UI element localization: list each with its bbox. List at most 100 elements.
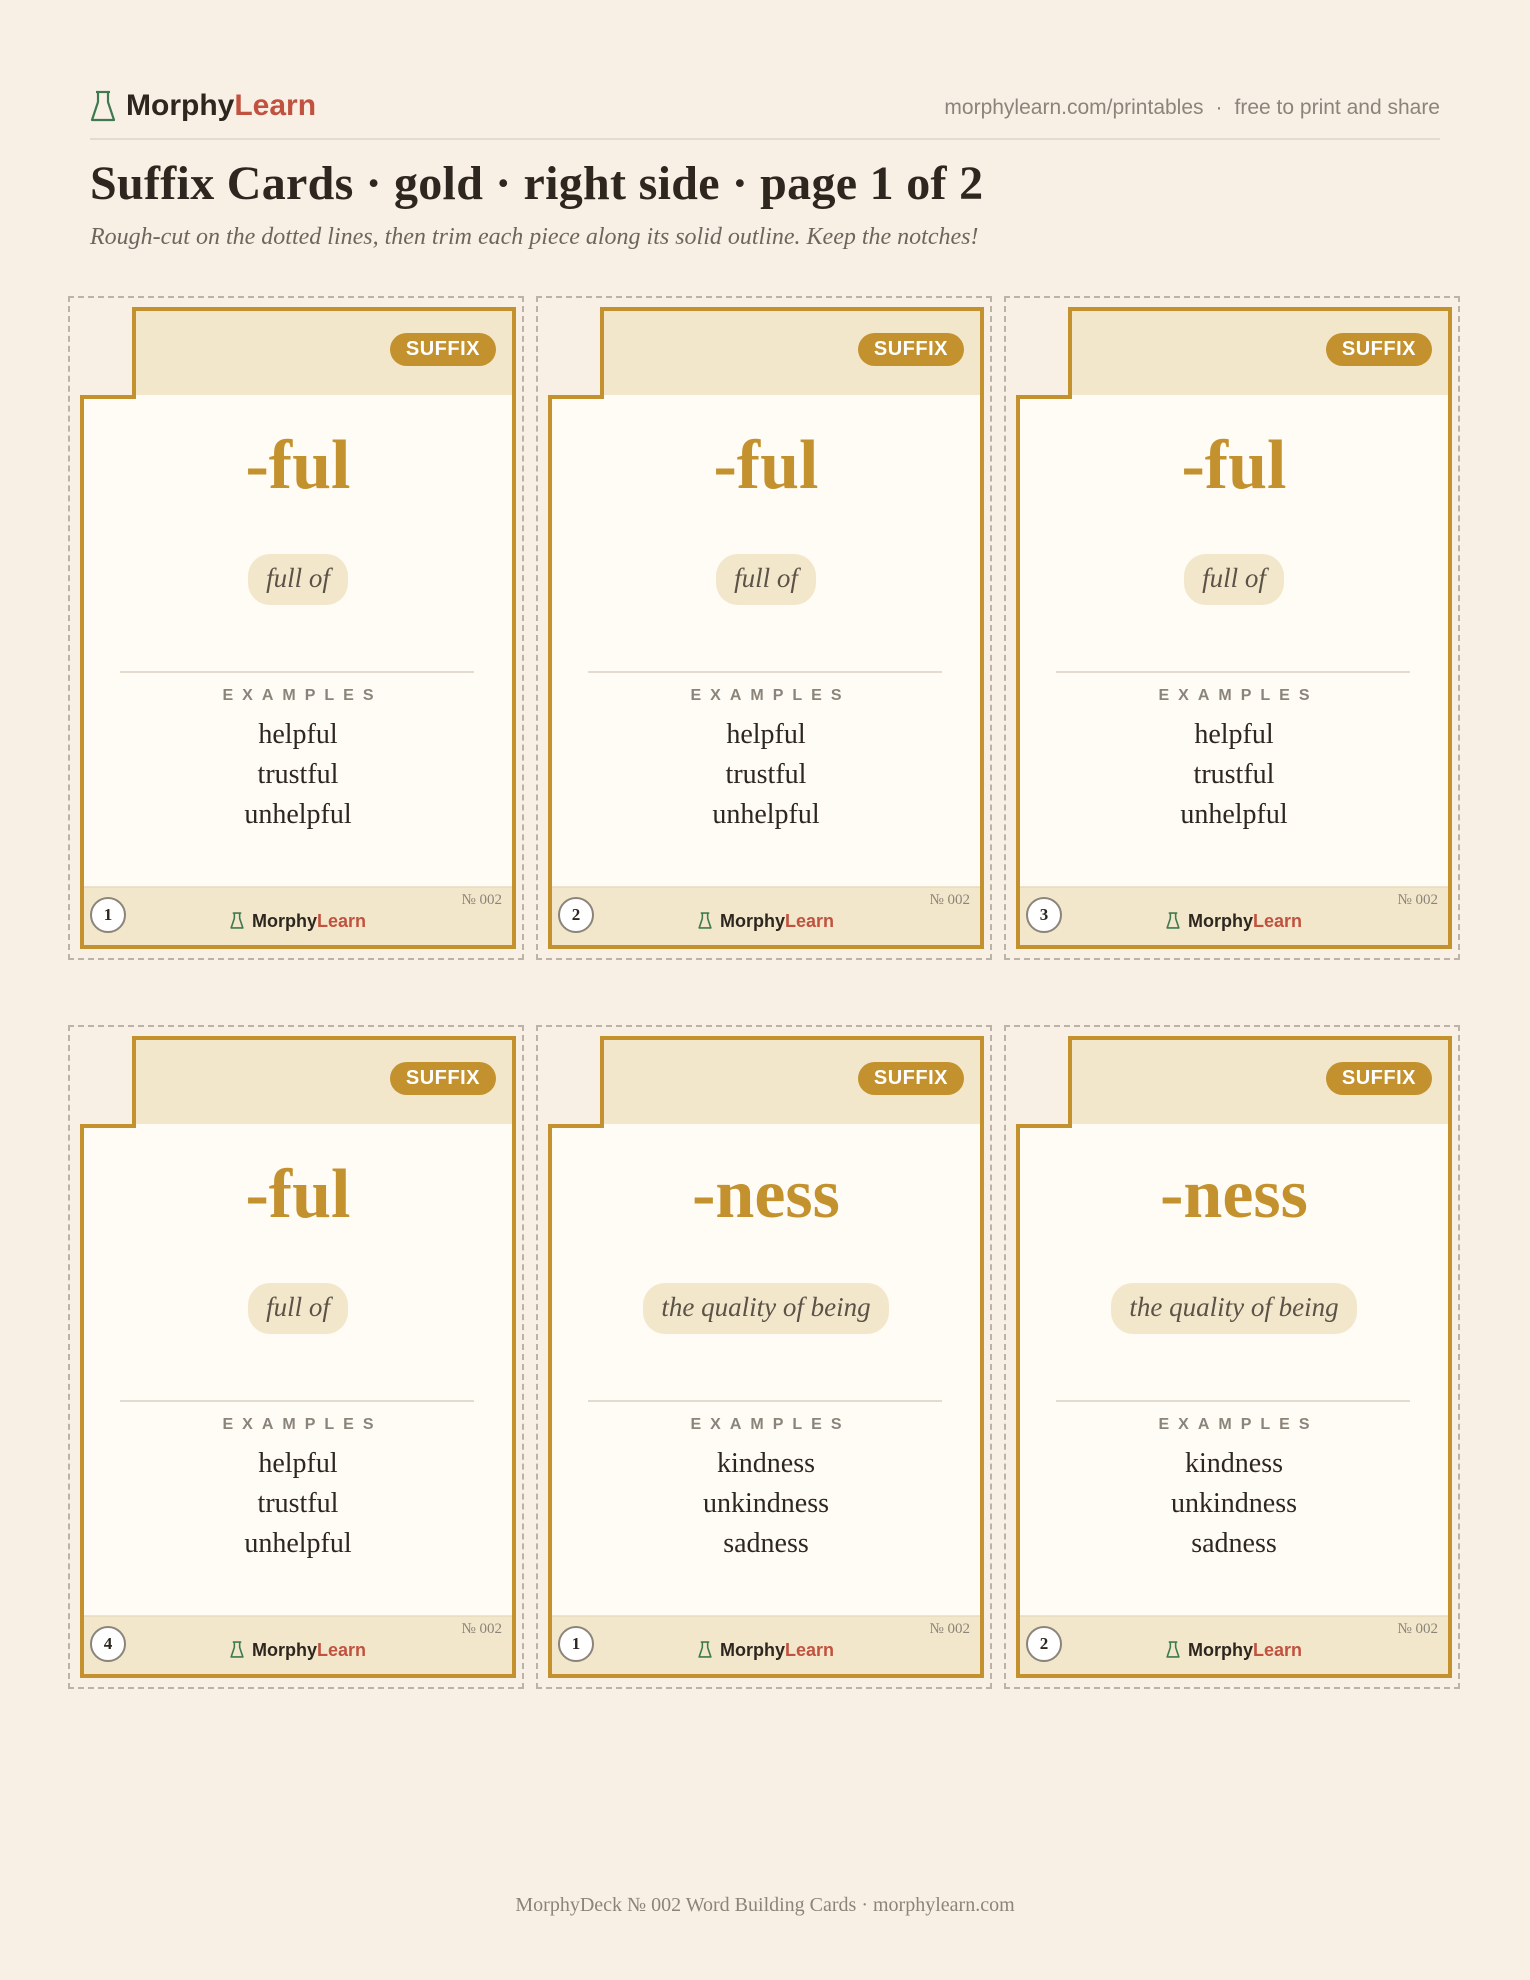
card-brand-first: Morphy bbox=[1187, 911, 1253, 931]
card-brand-second: Learn bbox=[784, 1640, 835, 1660]
suffix-text: -ness bbox=[692, 1156, 840, 1233]
card-outline bbox=[548, 1036, 984, 1678]
meaning-text: full of bbox=[248, 554, 348, 605]
meaning-pill: full of bbox=[1016, 554, 1452, 605]
brand-logo[interactable]: MorphyLearn bbox=[90, 86, 316, 126]
suffix-card[interactable]: SUFFIX -ful full of EXAMPLES helpful tru… bbox=[1016, 307, 1452, 949]
suffix-badge: SUFFIX bbox=[1325, 333, 1432, 366]
examples-label: EXAMPLES bbox=[690, 687, 851, 704]
header-tagline-text: free to print and share bbox=[1234, 96, 1440, 119]
examples-label: EXAMPLES bbox=[1158, 1416, 1319, 1433]
deck-number: № 002 bbox=[1397, 1621, 1438, 1637]
meaning-pill: full of bbox=[80, 1283, 516, 1334]
title-part-3: right side bbox=[523, 157, 720, 210]
instructions: Rough-cut on the dotted lines, then trim… bbox=[90, 224, 979, 250]
card-brand: MorphyLearn bbox=[1016, 911, 1452, 932]
card-outline bbox=[80, 1036, 516, 1678]
meaning-text: full of bbox=[716, 554, 816, 605]
card-brand-first: Morphy bbox=[719, 911, 785, 931]
example-word: helpful bbox=[726, 719, 806, 750]
card-brand-first: Morphy bbox=[251, 1640, 317, 1660]
header-url[interactable]: morphylearn.com/printables bbox=[944, 96, 1203, 119]
deck-number: № 002 bbox=[461, 892, 502, 908]
header-tagline: morphylearn.com/printables · free to print… bbox=[944, 96, 1440, 120]
flask-icon bbox=[1166, 912, 1180, 929]
example-word: unkindness bbox=[703, 1488, 829, 1519]
card-brand-first: Morphy bbox=[1187, 1640, 1253, 1660]
example-word: trustful bbox=[1193, 759, 1275, 790]
suffix-badge: SUFFIX bbox=[1325, 1062, 1432, 1095]
divider bbox=[1056, 1400, 1410, 1402]
suffix-badge: SUFFIX bbox=[857, 333, 964, 366]
example-word: sadness bbox=[1191, 1528, 1277, 1559]
examples-list: helpful trustful unhelpful bbox=[80, 1444, 516, 1564]
suffix-card[interactable]: SUFFIX -ful full of EXAMPLES helpful tru… bbox=[80, 307, 516, 949]
flask-icon bbox=[90, 90, 116, 122]
examples-list: kindness unkindness sadness bbox=[548, 1444, 984, 1564]
suffix-card[interactable]: SUFFIX -ness the quality of being EXAMPL… bbox=[1016, 1036, 1452, 1678]
brand-name: MorphyLearn bbox=[126, 89, 316, 123]
suffix-text: -ful bbox=[713, 427, 819, 504]
card-brand: MorphyLearn bbox=[548, 1640, 984, 1661]
brand-name-second: Learn bbox=[234, 89, 317, 122]
flask-icon bbox=[230, 912, 244, 929]
suffix-badge: SUFFIX bbox=[389, 333, 496, 366]
examples-label: EXAMPLES bbox=[222, 1416, 383, 1433]
suffix-card[interactable]: SUFFIX -ness the quality of being EXAMPL… bbox=[548, 1036, 984, 1678]
suffix-text: -ful bbox=[1181, 427, 1287, 504]
meaning-pill: full of bbox=[80, 554, 516, 605]
examples-list: helpful trustful unhelpful bbox=[1016, 715, 1452, 835]
title-dot: · bbox=[495, 157, 512, 210]
example-word: sadness bbox=[723, 1528, 809, 1559]
title-part-1: Suffix Cards bbox=[90, 157, 354, 210]
examples-label: EXAMPLES bbox=[222, 687, 383, 704]
title-dot: · bbox=[731, 157, 749, 210]
examples-list: helpful trustful unhelpful bbox=[548, 715, 984, 835]
example-word: kindness bbox=[717, 1448, 815, 1479]
card-brand-second: Learn bbox=[1252, 1640, 1303, 1660]
suffix-text: -ful bbox=[245, 427, 351, 504]
suffix-card[interactable]: SUFFIX -ful full of EXAMPLES helpful tru… bbox=[548, 307, 984, 949]
divider bbox=[588, 1400, 942, 1402]
example-word: unhelpful bbox=[712, 799, 820, 830]
example-word: trustful bbox=[257, 759, 339, 790]
card-brand: MorphyLearn bbox=[80, 1640, 516, 1661]
card-brand-second: Learn bbox=[316, 1640, 367, 1660]
card-outline bbox=[1016, 1036, 1452, 1678]
flask-icon bbox=[1166, 1641, 1180, 1658]
example-word: trustful bbox=[725, 759, 807, 790]
title-part-4: page 1 of 2 bbox=[760, 157, 984, 210]
suffix-card[interactable]: SUFFIX -ful full of EXAMPLES helpful tru… bbox=[80, 1036, 516, 1678]
suffix-badge: SUFFIX bbox=[857, 1062, 964, 1095]
divider bbox=[588, 671, 942, 673]
card-brand-first: Morphy bbox=[719, 1640, 785, 1660]
suffix-text: -ness bbox=[1160, 1156, 1308, 1233]
suffix-badge: SUFFIX bbox=[389, 1062, 496, 1095]
card-brand-second: Learn bbox=[316, 911, 367, 931]
meaning-text: full of bbox=[248, 1283, 348, 1334]
example-word: helpful bbox=[1194, 719, 1274, 750]
card-outline bbox=[80, 307, 516, 949]
brand-name-first: Morphy bbox=[126, 89, 235, 122]
meaning-pill: full of bbox=[548, 554, 984, 605]
divider bbox=[120, 1400, 474, 1402]
deck-number: № 002 bbox=[929, 1621, 970, 1637]
card-brand: MorphyLearn bbox=[1016, 1640, 1452, 1661]
cut-guide: SUFFIX -ness the quality of being EXAMPL… bbox=[1004, 1025, 1460, 1689]
card-brand-first: Morphy bbox=[251, 911, 317, 931]
example-word: helpful bbox=[258, 719, 338, 750]
suffix-text: -ful bbox=[245, 1156, 351, 1233]
examples-label: EXAMPLES bbox=[690, 1416, 851, 1433]
example-word: unhelpful bbox=[244, 1528, 352, 1559]
cut-guide: SUFFIX -ness the quality of being EXAMPL… bbox=[536, 1025, 992, 1689]
page-header: MorphyLearn morphylearn.com/printables · f… bbox=[90, 86, 1440, 140]
card-outline bbox=[548, 307, 984, 949]
flask-icon bbox=[698, 912, 712, 929]
divider bbox=[1056, 671, 1410, 673]
example-word: trustful bbox=[257, 1488, 339, 1519]
meaning-text: the quality of being bbox=[643, 1283, 889, 1334]
card-brand: MorphyLearn bbox=[548, 911, 984, 932]
flask-icon bbox=[698, 1641, 712, 1658]
deck-number: № 002 bbox=[929, 892, 970, 908]
cut-guide: SUFFIX -ful full of EXAMPLES helpful tru… bbox=[68, 296, 524, 960]
